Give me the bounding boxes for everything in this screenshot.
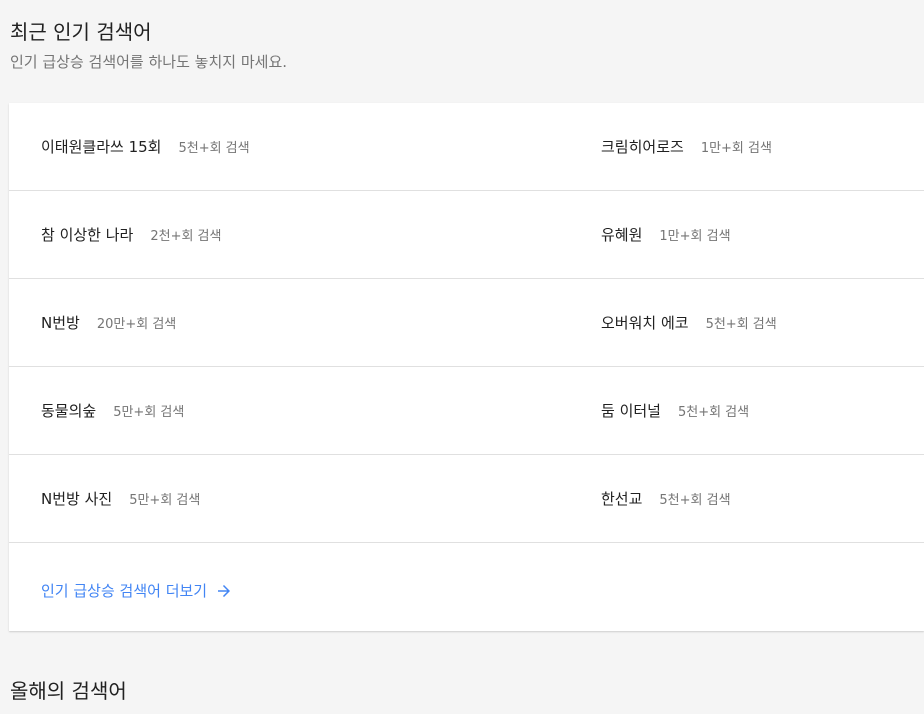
more-trends-link[interactable]: 인기 급상승 검색어 더보기 [41,580,233,601]
trend-term: 오버워치 에코 [601,314,689,332]
trend-term: 한선교 [601,490,643,508]
trend-row: N번방 20만+회 검색 오버워치 에코 5천+회 검색 [9,279,924,367]
trend-term: 크림히어로즈 [601,138,684,156]
trending-card: 이태원클라쓰 15회 5천+회 검색 크림히어로즈 1만+회 검색 참 이상한 … [9,103,924,631]
trend-term: 둠 이터널 [601,402,661,420]
trend-term: 참 이상한 나라 [41,226,134,244]
trend-term: N번방 사진 [41,490,113,508]
more-trends-label: 인기 급상승 검색어 더보기 [41,582,208,600]
trend-term: 유혜원 [601,226,643,244]
search-count: 5천+회 검색 [705,317,777,332]
trend-item[interactable]: N번방 사진 5만+회 검색 [41,455,200,542]
trend-item[interactable]: 이태원클라쓰 15회 5천+회 검색 [41,103,250,190]
yearly-searches-title: 올해의 검색어 [10,679,127,703]
trend-term: N번방 [41,314,80,332]
search-count: 5만+회 검색 [129,493,201,508]
trend-item[interactable]: 동물의숲 5만+회 검색 [41,367,184,454]
search-count: 20만+회 검색 [96,317,177,332]
search-count: 5천+회 검색 [677,405,750,420]
section-title: 최근 인기 검색어 [10,20,152,44]
trend-row: 이태원클라쓰 15회 5천+회 검색 크림히어로즈 1만+회 검색 [9,103,924,191]
search-count: 1만+회 검색 [700,141,772,156]
search-count: 5천+회 검색 [178,141,250,156]
search-count: 1만+회 검색 [659,229,731,244]
trend-term: 동물의숲 [41,402,97,420]
trend-item[interactable]: 유혜원 1만+회 검색 [601,191,731,278]
trend-item[interactable]: 참 이상한 나라 2천+회 검색 [41,191,221,278]
trend-row: 참 이상한 나라 2천+회 검색 유혜원 1만+회 검색 [9,191,924,279]
trend-item[interactable]: 크림히어로즈 1만+회 검색 [601,103,772,190]
trend-row: 동물의숲 5만+회 검색 둠 이터널 5천+회 검색 [9,367,924,455]
trend-item[interactable]: N번방 20만+회 검색 [41,279,176,366]
search-count: 5만+회 검색 [113,405,185,420]
section-subtitle: 인기 급상승 검색어를 하나도 놓치지 마세요. [10,53,288,71]
trend-term: 이태원클라쓰 15회 [41,138,162,156]
trending-page: 최근 인기 검색어 인기 급상승 검색어를 하나도 놓치지 마세요. 이태원클라… [0,0,924,714]
trend-item[interactable]: 둠 이터널 5천+회 검색 [601,367,749,454]
search-count: 5천+회 검색 [659,493,731,508]
trend-item[interactable]: 한선교 5천+회 검색 [601,455,731,542]
search-count: 2천+회 검색 [150,229,222,244]
arrow-right-icon [218,584,231,597]
recent-trends-header: 최근 인기 검색어 인기 급상승 검색어를 하나도 놓치지 마세요. [10,18,287,73]
trend-row: N번방 사진 5만+회 검색 한선교 5천+회 검색 [9,455,924,543]
trend-item[interactable]: 오버워치 에코 5천+회 검색 [601,279,777,366]
